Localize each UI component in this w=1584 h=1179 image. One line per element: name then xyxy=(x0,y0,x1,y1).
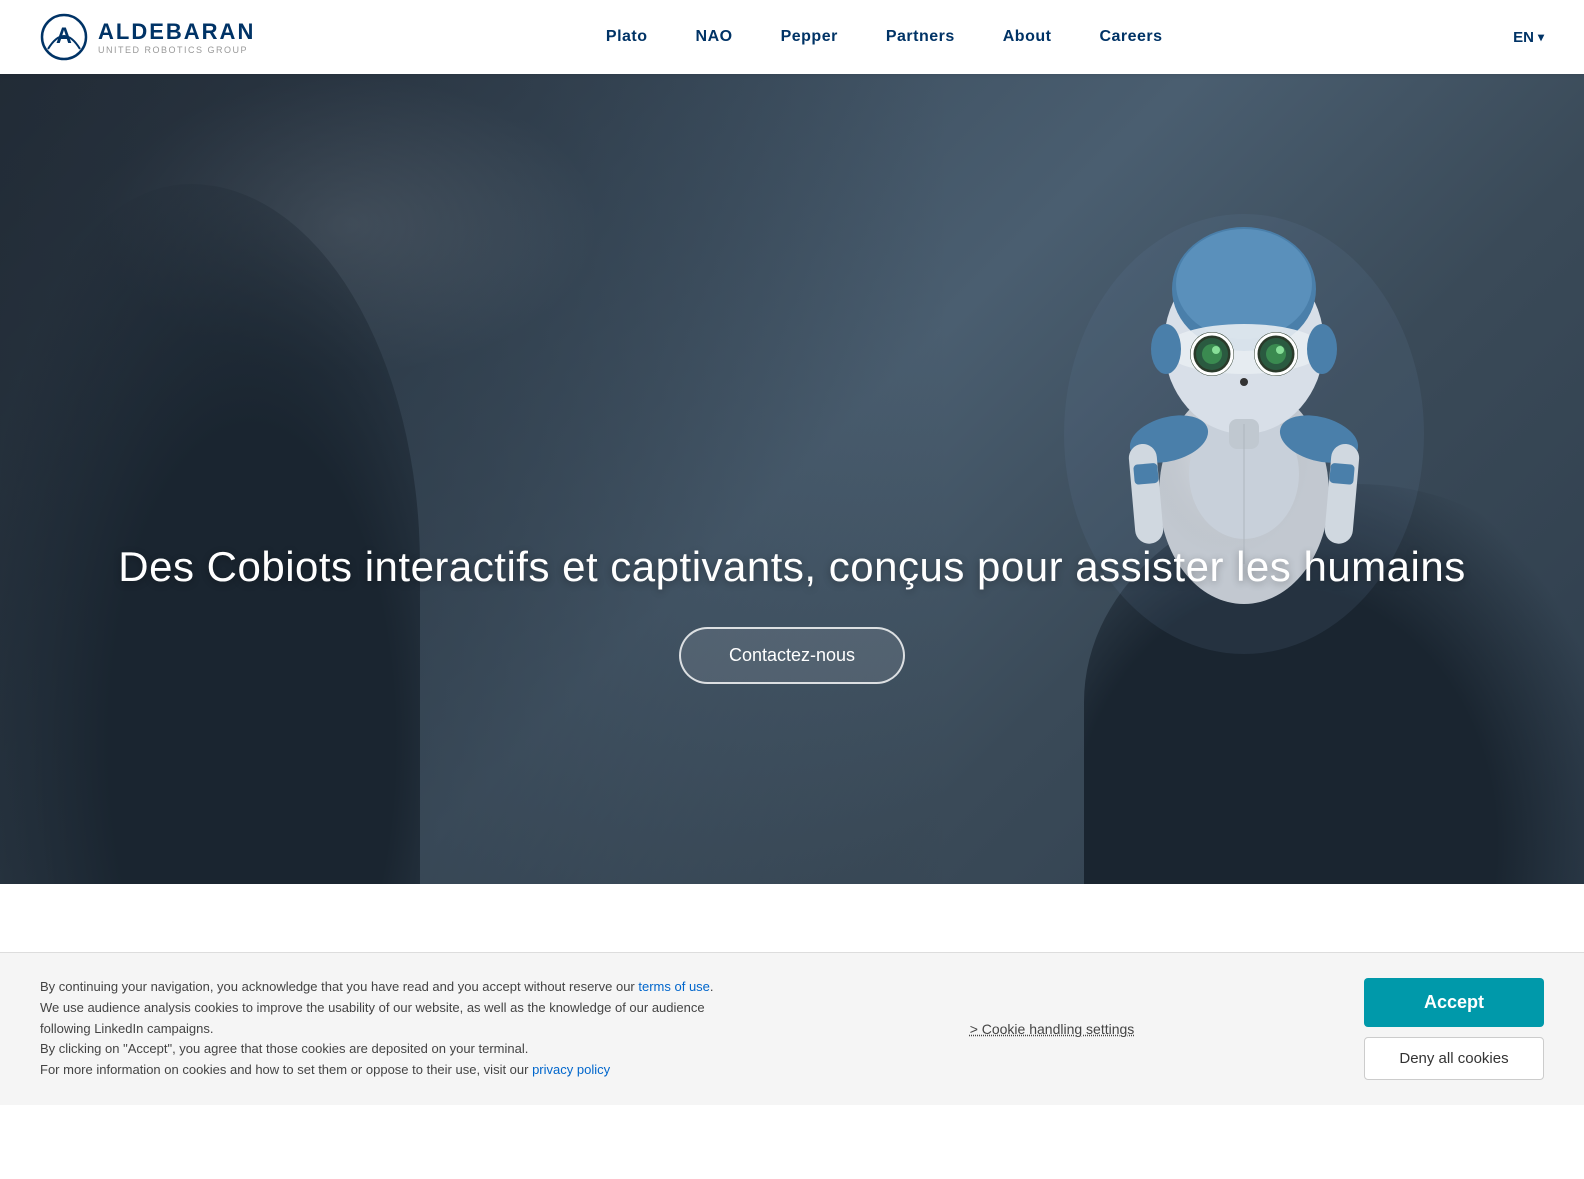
logo-text: ALDEBARAN UNITED ROBOTICS GROUP xyxy=(98,19,255,55)
hero-section: Des Cobiots interactifs et captivants, c… xyxy=(0,74,1584,884)
logo-sub: UNITED ROBOTICS GROUP xyxy=(98,45,255,55)
cookie-text: By continuing your navigation, you ackno… xyxy=(40,977,740,1081)
privacy-link[interactable]: privacy policy xyxy=(532,1062,610,1077)
lang-label: EN xyxy=(1513,29,1534,46)
nav-pepper[interactable]: Pepper xyxy=(781,28,838,46)
cookie-buttons: Accept Deny all cookies xyxy=(1364,978,1544,1080)
nav-partners[interactable]: Partners xyxy=(886,28,955,46)
chevron-down-icon: ▾ xyxy=(1538,30,1544,44)
cookie-settings-link[interactable]: > Cookie handling settings xyxy=(970,1021,1135,1037)
hero-title: Des Cobiots interactifs et captivants, c… xyxy=(0,543,1584,591)
cookie-banner: By continuing your navigation, you ackno… xyxy=(0,952,1584,1105)
contact-button[interactable]: Contactez-nous xyxy=(679,627,905,684)
deny-cookies-button[interactable]: Deny all cookies xyxy=(1364,1037,1544,1080)
logo-icon: A xyxy=(40,13,88,61)
nav-careers[interactable]: Careers xyxy=(1099,28,1162,46)
main-nav: Plato NAO Pepper Partners About Careers xyxy=(606,28,1163,46)
nav-about[interactable]: About xyxy=(1003,28,1052,46)
nav-plato[interactable]: Plato xyxy=(606,28,648,46)
hero-content: Des Cobiots interactifs et captivants, c… xyxy=(0,543,1584,684)
terms-link[interactable]: terms of use xyxy=(638,979,710,994)
language-selector[interactable]: EN ▾ xyxy=(1513,29,1544,46)
nav-nao[interactable]: NAO xyxy=(696,28,733,46)
site-header: A ALDEBARAN UNITED ROBOTICS GROUP Plato … xyxy=(0,0,1584,74)
logo-brand: ALDEBARAN xyxy=(98,19,255,45)
logo[interactable]: A ALDEBARAN UNITED ROBOTICS GROUP xyxy=(40,13,255,61)
accept-cookies-button[interactable]: Accept xyxy=(1364,978,1544,1027)
cookie-text-main: By continuing your navigation, you ackno… xyxy=(40,979,638,994)
